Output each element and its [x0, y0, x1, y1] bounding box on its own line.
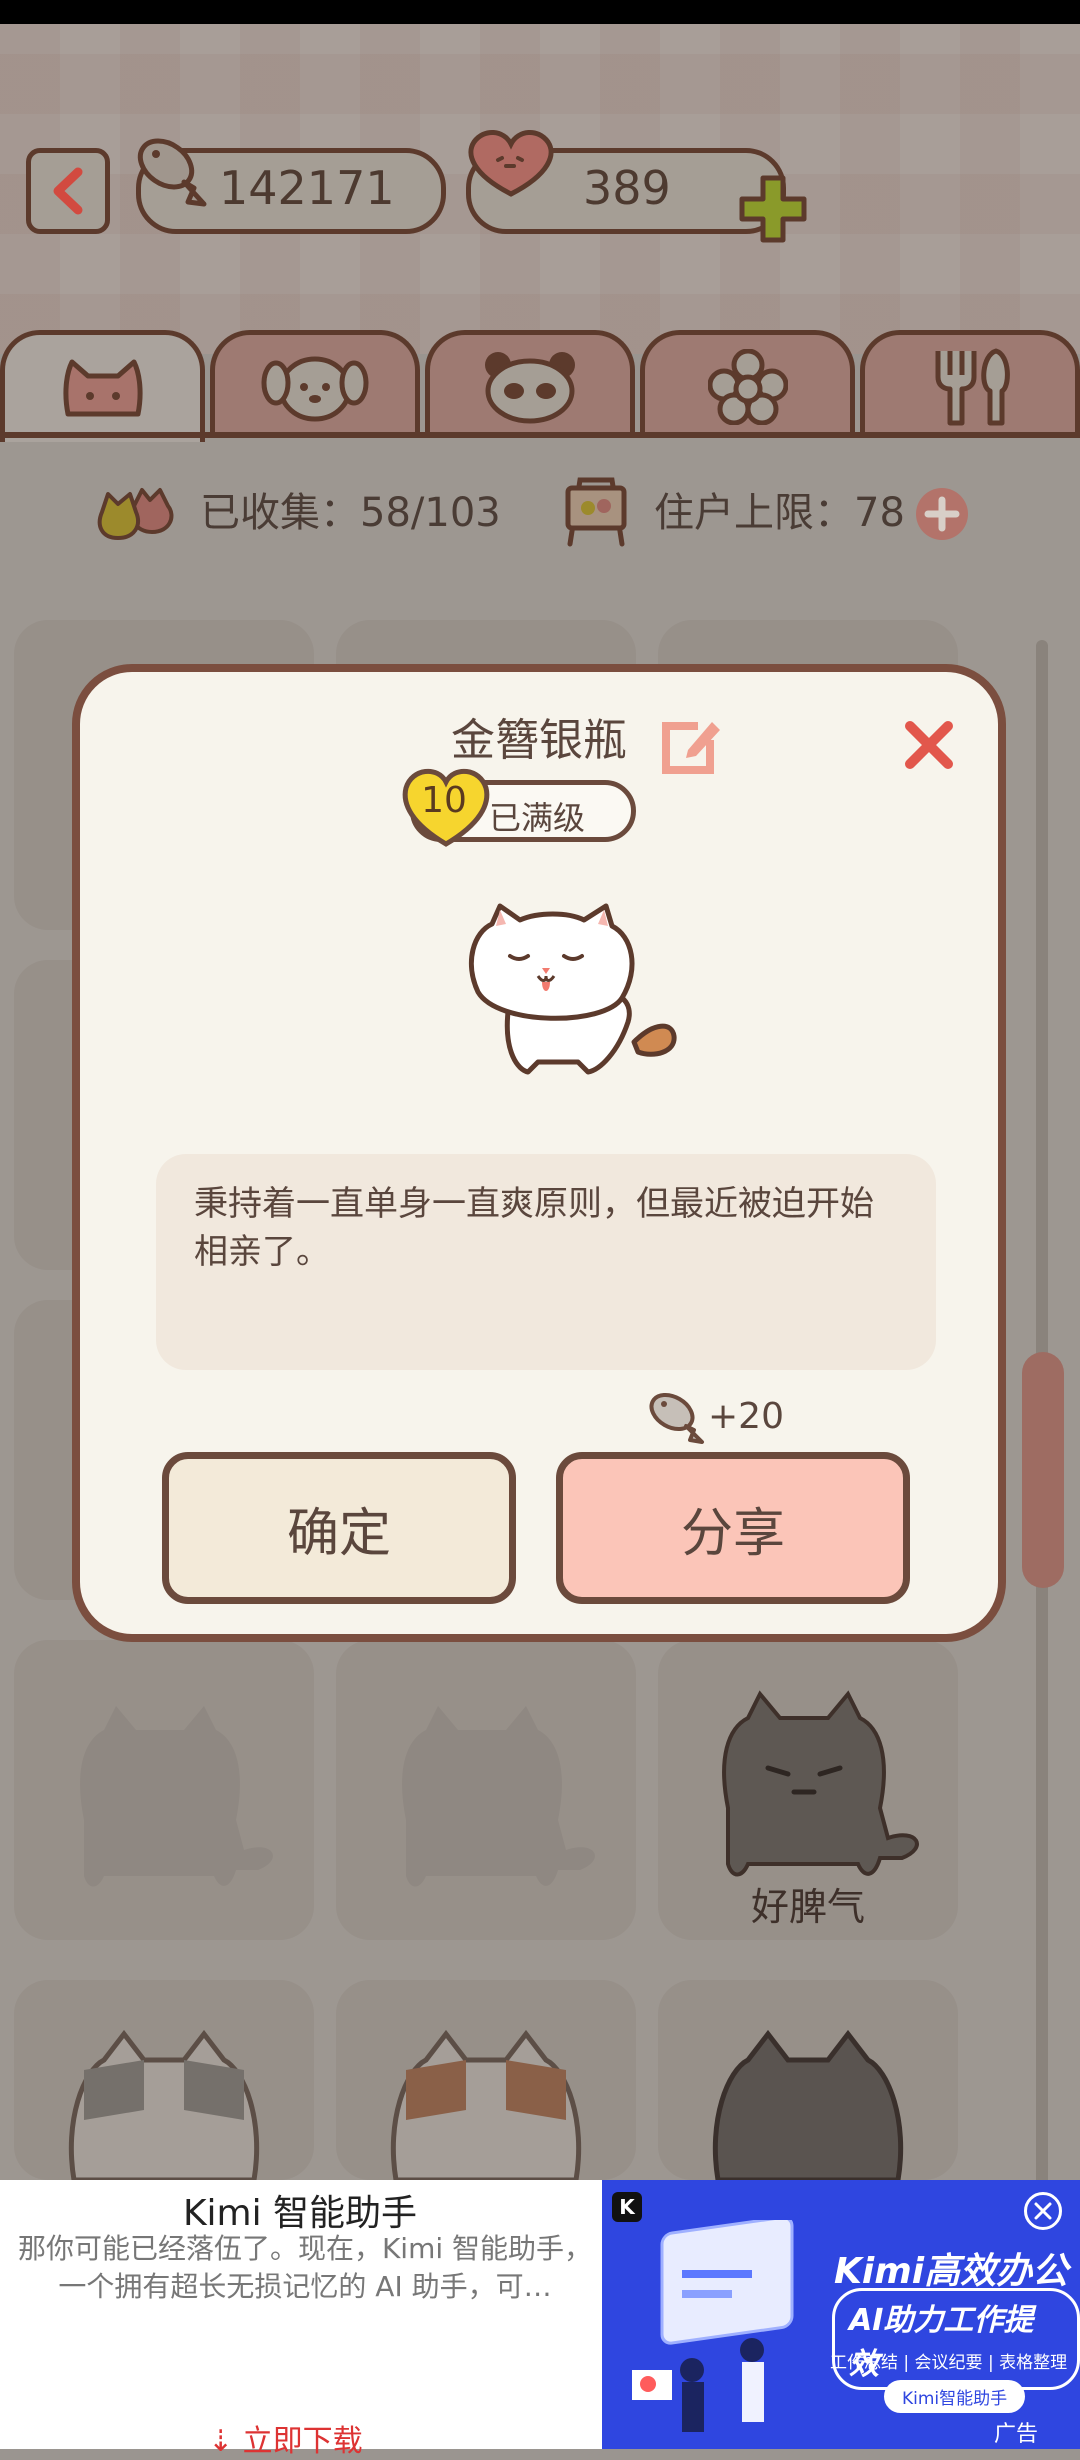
cat-card[interactable]: 好脾气 [658, 1640, 958, 1940]
status-bar [0, 0, 1080, 24]
gray-cat-sprite [68, 2030, 260, 2180]
ad-headline: Kimi高效办公 [834, 2251, 1069, 2292]
cat-description: 秉持着一直单身一直爽原则，但最近被迫开始相亲了。 [194, 1184, 874, 1272]
add-heart-button[interactable] [736, 172, 810, 246]
flower-icon [707, 348, 788, 425]
office-illustration [632, 2220, 794, 2432]
ad-logo: K [612, 2192, 642, 2222]
panda-face-icon [485, 351, 575, 423]
tab-plants[interactable] [640, 330, 855, 438]
tab-pandas[interactable] [425, 330, 635, 438]
fish-icon [649, 1392, 704, 1444]
scrollbar-thumb[interactable] [1022, 1352, 1064, 1588]
level-number: 10 [421, 780, 467, 821]
description-box: 秉持着一直单身一直爽原则，但最近被迫开始相亲了。 [156, 1154, 936, 1370]
ad-subheadline: AI助力工作提效 [832, 2288, 1080, 2390]
white-cat-sprite [468, 903, 677, 1075]
close-icon [1034, 2202, 1052, 2220]
fish-count: 142171 [219, 161, 395, 215]
edit-name-icon[interactable] [660, 712, 724, 776]
cat-card[interactable] [14, 1980, 314, 2180]
ad-close-button[interactable] [1024, 2192, 1062, 2230]
ad-title[interactable]: Kimi 智能助手 [0, 2184, 600, 2236]
ad-tags: 工作总结 | 会议纪要 | 表格整理 [830, 2353, 1068, 2373]
dog-face-icon [261, 356, 369, 421]
tab-dogs[interactable] [210, 330, 420, 438]
locked-cat-silhouette [402, 1706, 595, 1887]
ad-download-link[interactable]: ⇣ 立即下载 [208, 2416, 363, 2460]
collection-stats: 已收集：58/103 住户上限：78 [0, 470, 1080, 550]
locked-cat-silhouette [80, 1706, 273, 1887]
ad-label: 广告 [994, 2422, 1039, 2447]
back-button[interactable] [26, 148, 110, 234]
ad-brand-button[interactable]: Kimi智能助手 [884, 2380, 1026, 2413]
signboard-icon [565, 477, 627, 547]
resident-capacity: 住户上限：78 [654, 490, 905, 536]
heart-icon [468, 130, 554, 197]
add-capacity-button[interactable] [914, 486, 970, 542]
collected-count: 已收集：58/103 [200, 490, 501, 536]
confirm-button[interactable]: 确定 [162, 1452, 516, 1604]
orange-cat-sprite [390, 2030, 582, 2180]
share-reward: +20 [644, 1386, 844, 1446]
cat-card-locked[interactable] [336, 1640, 636, 1940]
tab-cats[interactable] [0, 330, 205, 442]
cat-name-title: 金簪银瓶 [451, 715, 627, 766]
ad-image[interactable]: K Kimi高效办公 AI助力工作提效 工作总结 | 会议纪要 | 表格整理 K… [602, 2180, 1080, 2449]
reward-amount: +20 [708, 1396, 784, 1437]
share-button[interactable]: 分享 [556, 1452, 910, 1604]
close-icon[interactable] [902, 718, 956, 772]
cat-card[interactable] [658, 1980, 958, 2180]
ad-banner[interactable]: Kimi 智能助手 那你可能已经落伍了。现在，Kimi 智能助手，一个拥有超长无… [0, 2180, 1080, 2459]
chevron-left-icon [53, 167, 83, 215]
dark-cat-sprite [712, 2030, 904, 2180]
level-status: 已满级 [489, 799, 586, 837]
cat-card-locked[interactable] [14, 1640, 314, 1940]
cat-detail-dialog: 金簪银瓶 已满级 10 秉持着一直单身一直爽原则，但最近被迫开始相亲了。 +20… [72, 664, 1006, 1642]
cat-heads-icon [97, 488, 174, 540]
tabs-divider [0, 432, 1080, 438]
tab-food[interactable] [860, 330, 1080, 438]
cat-card[interactable] [336, 1980, 636, 2180]
cat-name: 好脾气 [750, 1885, 865, 1929]
cat-face-icon [62, 359, 143, 416]
ad-description[interactable]: 那你可能已经落伍了。现在，Kimi 智能助手，一个拥有超长无损记忆的 AI 助手… [10, 2230, 600, 2306]
fish-icon [137, 138, 207, 207]
grumpy-cat-sprite [722, 1690, 919, 1877]
heart-count: 389 [583, 161, 671, 215]
fork-spoon-icon [935, 348, 1010, 425]
